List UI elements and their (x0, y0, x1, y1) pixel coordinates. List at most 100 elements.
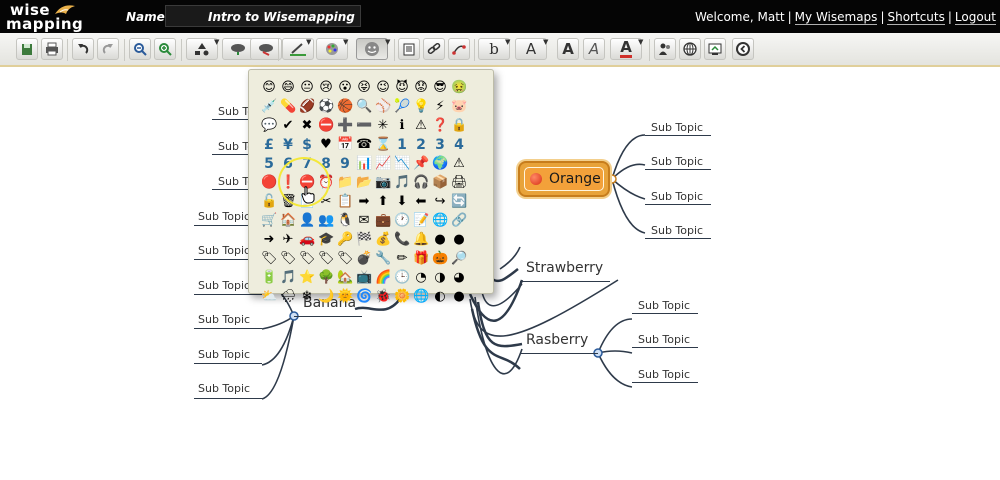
picker-icon-1-6[interactable]: ⚾ (375, 99, 391, 115)
picker-icon-0-3[interactable]: 😢 (318, 80, 334, 96)
picker-icon-7-8[interactable]: 📝 (413, 213, 429, 229)
icon-picker-icon[interactable] (356, 38, 388, 60)
picker-icon-11-10[interactable]: ● (451, 289, 467, 305)
picker-icon-8-2[interactable]: 🚗 (299, 232, 315, 248)
picker-icon-1-10[interactable]: 🐷 (451, 99, 467, 115)
subtopic-left-6[interactable]: Sub Topic (198, 279, 250, 292)
subtopic-orange-1[interactable]: Sub Topic (651, 121, 703, 134)
topic-rasberry[interactable]: Rasberry (526, 332, 588, 348)
picker-icon-7-10[interactable]: 🔗 (451, 213, 467, 229)
picker-icon-3-8[interactable]: 2 (413, 137, 429, 153)
picker-icon-1-2[interactable]: 🏈 (299, 99, 315, 115)
picker-icon-7-3[interactable]: 👥 (318, 213, 334, 229)
logout-link[interactable]: Logout (954, 10, 996, 25)
picker-icon-7-9[interactable]: 🌐 (432, 213, 448, 229)
picker-icon-3-2[interactable]: $ (299, 137, 315, 153)
topic-orange[interactable]: Orange (518, 161, 610, 197)
picker-icon-3-4[interactable]: 📅 (337, 137, 353, 153)
picker-icon-3-7[interactable]: 1 (394, 137, 410, 153)
picker-icon-8-9[interactable]: ● (432, 232, 448, 248)
picker-icon-10-4[interactable]: 🏡 (337, 270, 353, 286)
picker-icon-10-10[interactable]: ◕ (451, 270, 467, 286)
picker-icon-9-2[interactable]: 🏷 (299, 251, 316, 267)
picker-icon-4-9[interactable]: 🌍 (432, 156, 448, 172)
publish-icon[interactable] (679, 38, 701, 60)
picker-icon-5-0[interactable]: 🔴 (261, 175, 277, 191)
picker-icon-6-0[interactable]: 🔓 (261, 194, 277, 210)
subtopic-rasberry-1[interactable]: Sub Topic (638, 299, 690, 312)
picker-icon-10-6[interactable]: 🌈 (375, 270, 391, 286)
picker-icon-5-5[interactable]: 📂 (356, 175, 372, 191)
link-icon[interactable] (423, 38, 445, 60)
picker-icon-8-0[interactable]: ➜ (261, 232, 277, 248)
picker-icon-10-1[interactable]: 🎵 (280, 270, 296, 286)
picker-icon-0-4[interactable]: 😮 (337, 80, 353, 96)
undo-icon[interactable] (72, 38, 94, 60)
picker-icon-8-4[interactable]: 🔑 (337, 232, 353, 248)
picker-icon-10-5[interactable]: 📺 (356, 270, 372, 286)
picker-icon-4-6[interactable]: 📈 (375, 156, 391, 172)
picker-icon-3-6[interactable]: ⌛ (375, 137, 391, 153)
picker-icon-3-0[interactable]: £ (261, 137, 277, 153)
picker-icon-9-7[interactable]: ✏ (394, 251, 410, 267)
subtopic-orange-2[interactable]: Sub Topic (651, 155, 703, 168)
picker-icon-2-3[interactable]: ⛔ (318, 118, 334, 134)
picker-icon-2-5[interactable]: ➖ (356, 118, 372, 134)
picker-icon-8-1[interactable]: ✈ (280, 232, 296, 248)
picker-icon-3-1[interactable]: ¥ (280, 137, 296, 153)
picker-icon-4-0[interactable]: 5 (261, 156, 277, 172)
picker-icon-11-1[interactable]: 🌧 (280, 289, 297, 305)
map-name-field[interactable]: Intro to Wisemapping (165, 5, 361, 27)
picker-icon-5-4[interactable]: 📁 (337, 175, 353, 191)
subtopic-rasberry-3[interactable]: Sub Topic (638, 368, 690, 381)
picker-icon-0-6[interactable]: 😉 (375, 80, 391, 96)
picker-icon-9-8[interactable]: 🎁 (413, 251, 429, 267)
picker-icon-10-3[interactable]: 🌳 (318, 270, 334, 286)
picker-icon-1-9[interactable]: ⚡ (432, 99, 448, 115)
picker-icon-5-10[interactable]: 🖨 (451, 175, 468, 191)
picker-icon-11-4[interactable]: 🌞 (337, 289, 353, 305)
picker-icon-5-8[interactable]: 🎧 (413, 175, 429, 191)
my-wisemaps-link[interactable]: My Wisemaps (794, 10, 878, 25)
picker-icon-3-10[interactable]: 4 (451, 137, 467, 153)
picker-icon-5-9[interactable]: 📦 (432, 175, 448, 191)
picker-icon-6-7[interactable]: ⬇ (394, 194, 410, 210)
picker-icon-7-4[interactable]: 🐧 (337, 213, 353, 229)
subtopic-left-5[interactable]: Sub Topic (198, 244, 250, 257)
print-icon[interactable] (41, 38, 63, 60)
picker-icon-6-4[interactable]: 📋 (337, 194, 353, 210)
note-icon[interactable] (398, 38, 420, 60)
picker-icon-10-7[interactable]: 🕒 (394, 270, 410, 286)
picker-icon-3-5[interactable]: ☎ (356, 137, 372, 153)
wisemapping-logo[interactable]: wise mapping (6, 1, 83, 32)
picker-icon-10-0[interactable]: 🔋 (261, 270, 277, 286)
picker-icon-2-8[interactable]: ⚠ (413, 118, 429, 134)
italic-icon[interactable]: A (583, 38, 605, 60)
picker-icon-11-8[interactable]: 🌐 (413, 289, 429, 305)
picker-icon-8-3[interactable]: 🎓 (318, 232, 334, 248)
picker-icon-11-5[interactable]: 🌀 (356, 289, 372, 305)
picker-icon-0-2[interactable]: 😐 (299, 80, 315, 96)
picker-icon-1-5[interactable]: 🔍 (356, 99, 372, 115)
picker-icon-10-8[interactable]: ◔ (413, 270, 429, 286)
picker-icon-2-6[interactable]: ✳ (375, 118, 391, 134)
picker-icon-3-9[interactable]: 3 (432, 137, 448, 153)
picker-icon-8-8[interactable]: 🔔 (413, 232, 429, 248)
picker-icon-0-7[interactable]: 😈 (394, 80, 410, 96)
topic-strawberry[interactable]: Strawberry (526, 260, 603, 276)
picker-icon-4-8[interactable]: 📌 (413, 156, 429, 172)
picker-icon-2-0[interactable]: 💬 (261, 118, 277, 134)
picker-icon-4-5[interactable]: 📊 (356, 156, 372, 172)
picker-icon-10-9[interactable]: ◑ (432, 270, 448, 286)
picker-icon-3-3[interactable]: ♥ (318, 137, 334, 153)
picker-icon-6-9[interactable]: ↪ (432, 194, 448, 210)
picker-icon-5-7[interactable]: 🎵 (394, 175, 410, 191)
mindmap-canvas[interactable]: Orange Sub Topic Sub Topic Sub Topic Sub… (0, 69, 1000, 480)
picker-icon-9-4[interactable]: 🏷 (337, 251, 354, 267)
picker-icon-0-10[interactable]: 🤢 (451, 80, 467, 96)
picker-icon-0-5[interactable]: 😝 (356, 80, 372, 96)
picker-icon-8-7[interactable]: 📞 (394, 232, 410, 248)
picker-icon-1-1[interactable]: 💊 (280, 99, 296, 115)
picker-icon-11-9[interactable]: ◐ (432, 289, 448, 305)
subtopic-orange-3[interactable]: Sub Topic (651, 190, 703, 203)
